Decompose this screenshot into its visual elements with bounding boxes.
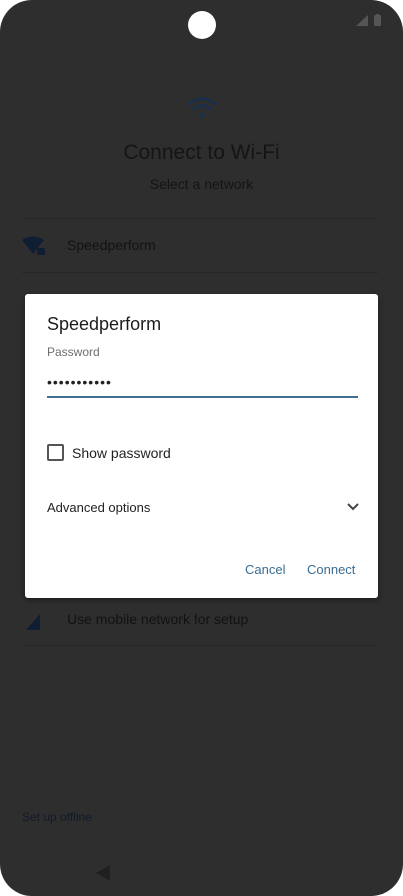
checkbox-box[interactable] — [47, 444, 64, 461]
wifi-icon — [187, 97, 217, 118]
setup-offline-link[interactable]: Set up offline — [22, 810, 92, 824]
divider — [22, 218, 378, 219]
network-item-speedperform[interactable]: Speedperform — [22, 220, 378, 272]
page-subtitle: Select a network — [149, 176, 254, 192]
divider — [22, 272, 378, 273]
use-mobile-network-item[interactable]: Use mobile network for setup — [22, 594, 378, 646]
network-name: Speedperform — [67, 237, 156, 253]
connect-button[interactable]: Connect — [307, 562, 355, 577]
show-password-label: Show password — [72, 444, 171, 461]
chevron-down-icon — [347, 503, 359, 511]
dialog-title: Speedperform — [47, 314, 162, 334]
show-password-checkbox[interactable]: Show password — [47, 444, 171, 461]
cellular-icon — [26, 614, 40, 630]
password-input[interactable] — [47, 368, 358, 398]
password-label: Password — [47, 345, 100, 359]
advanced-options-toggle[interactable]: Advanced options — [47, 499, 360, 519]
phone-frame: Connect to Wi-Fi Select a network Speedp… — [0, 0, 403, 896]
advanced-options-label: Advanced options — [47, 500, 151, 515]
divider — [22, 645, 378, 646]
cancel-button[interactable]: Cancel — [245, 562, 285, 577]
wifi-password-dialog: Speedperform Password Show password Adva… — [25, 294, 378, 598]
page-title: Connect to Wi-Fi — [123, 141, 280, 164]
back-nav-icon[interactable] — [96, 865, 110, 881]
wifi-lock-icon — [22, 236, 45, 255]
mobile-network-label: Use mobile network for setup — [67, 611, 249, 627]
